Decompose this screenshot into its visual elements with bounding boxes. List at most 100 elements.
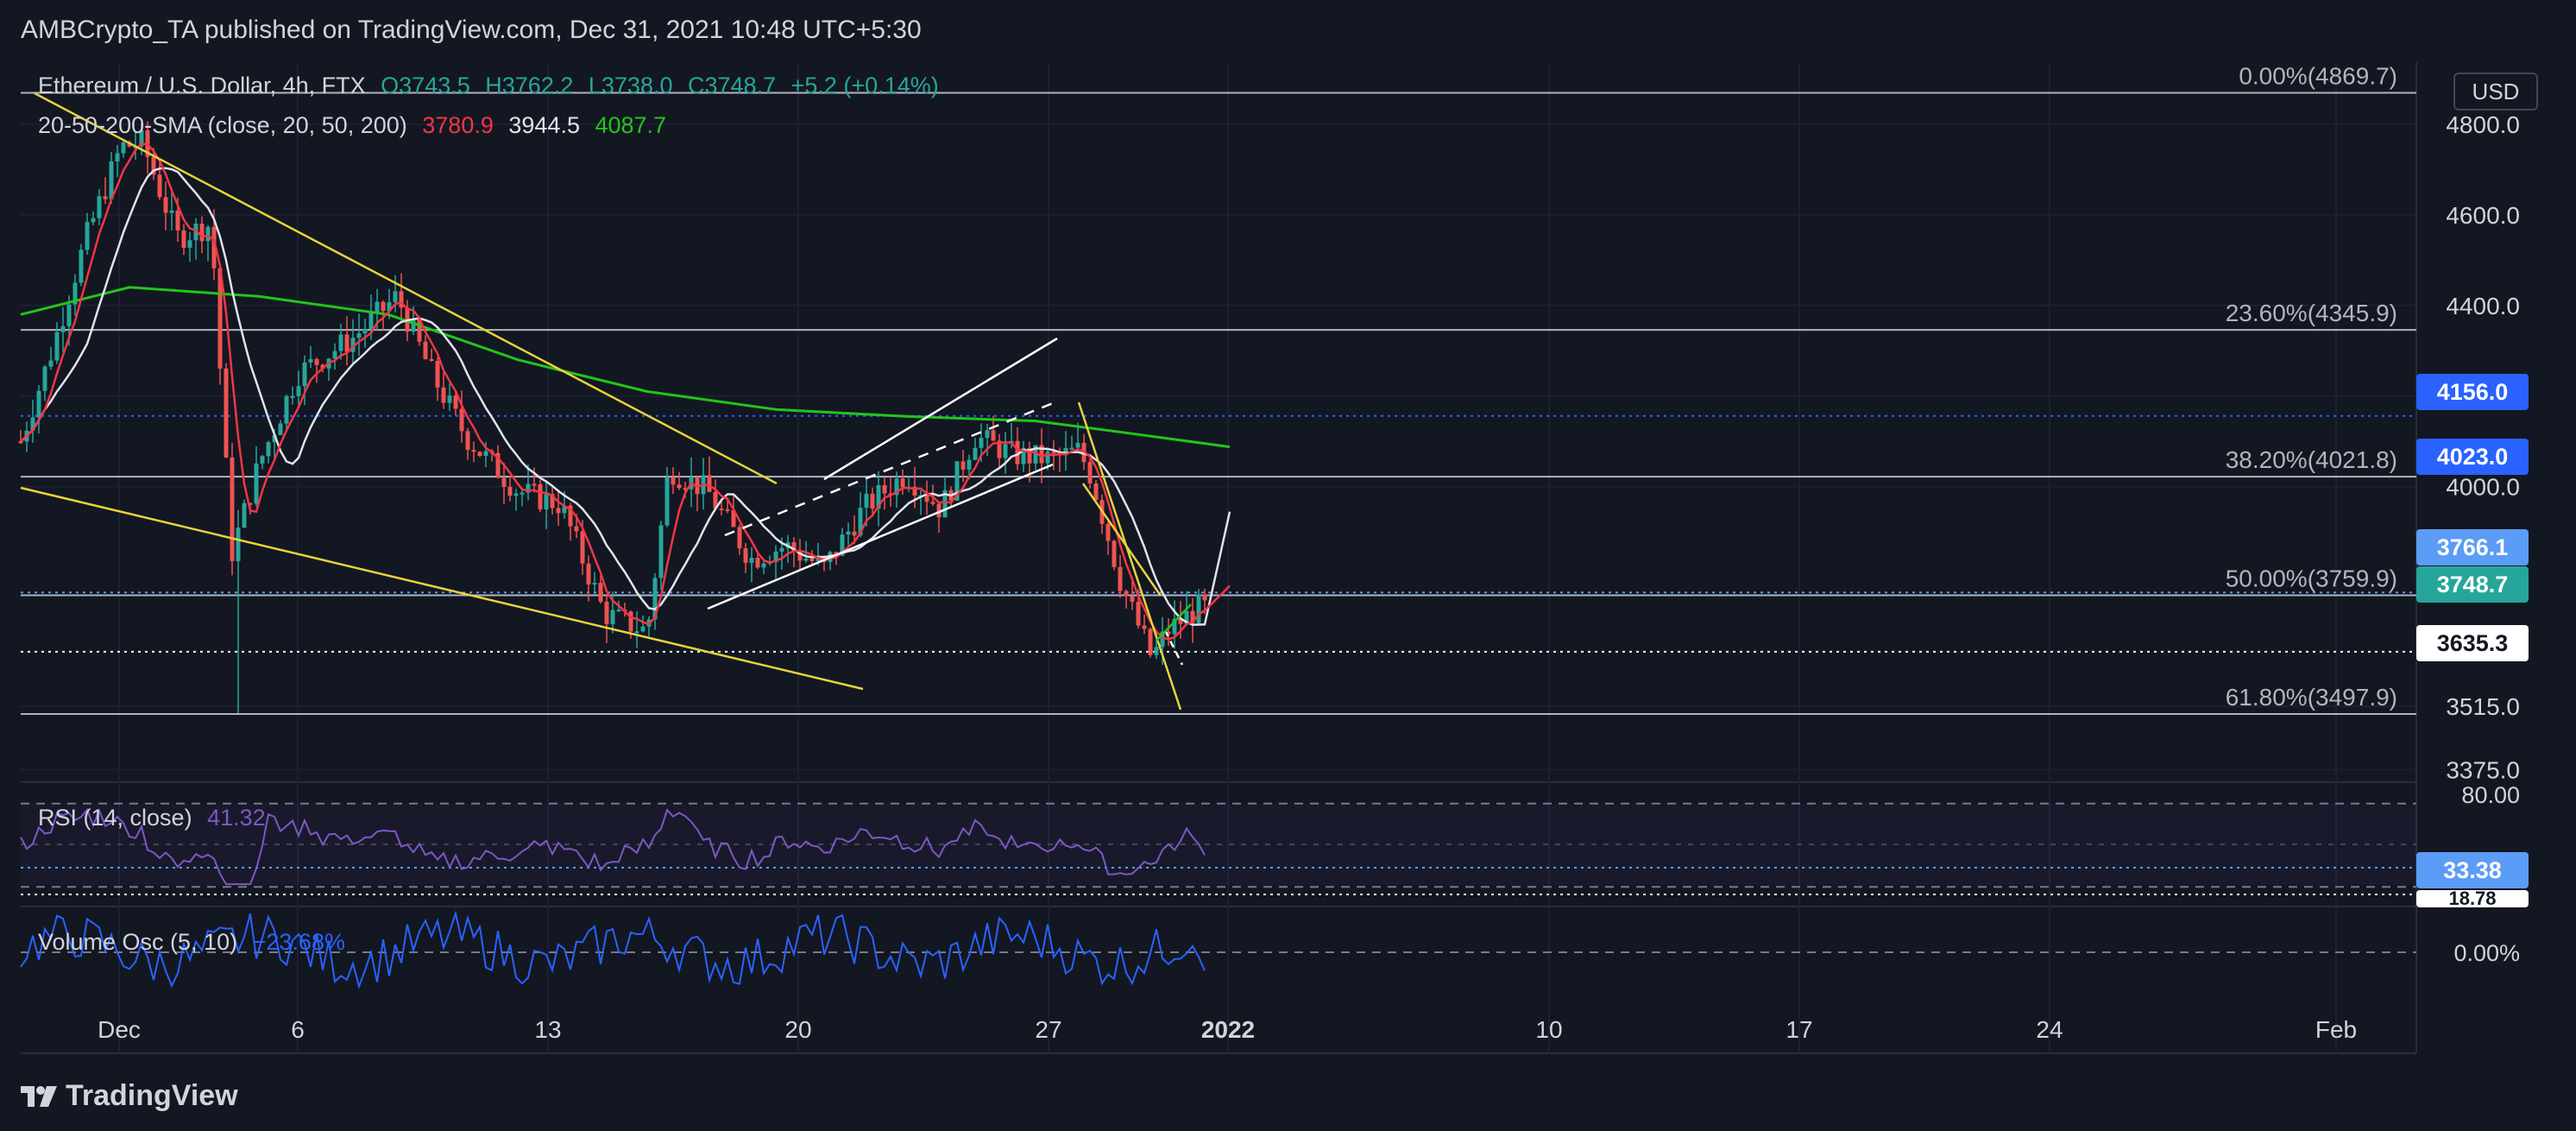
volume-osc-value: −23.68% xyxy=(252,929,345,955)
candle-body xyxy=(115,153,120,161)
price-tag: 3635.3 xyxy=(2416,625,2529,661)
candle-body xyxy=(393,291,398,303)
candle-body xyxy=(284,395,289,424)
candle-body xyxy=(538,483,543,510)
candle-body xyxy=(278,423,283,435)
candle-body xyxy=(296,386,301,396)
sma-legend: 20-50-200-SMA (close, 20, 50, 200) 3780.… xyxy=(38,112,675,139)
candle-body xyxy=(362,328,368,334)
candle-body xyxy=(181,230,186,248)
rsi-label: RSI (14, close) xyxy=(38,805,192,831)
candle-body xyxy=(332,351,337,359)
tradingview-logo[interactable]: TradingView xyxy=(21,1079,238,1113)
candle-body xyxy=(960,461,966,470)
candle-body xyxy=(368,313,374,329)
y-tick-label: 3375.0 xyxy=(2446,756,2520,783)
candle-body xyxy=(743,548,748,564)
candle-body xyxy=(483,451,488,457)
candle-body xyxy=(266,442,271,457)
candle-body xyxy=(532,483,537,486)
price-tag: 18.78 xyxy=(2416,890,2529,907)
candle-body xyxy=(254,463,259,504)
symbol-name: Ethereum / U.S. Dollar, 4h, FTX xyxy=(38,73,366,98)
candle-body xyxy=(175,210,180,231)
price-tag: 4023.0 xyxy=(2416,439,2529,475)
candle-body xyxy=(803,559,809,561)
candle-body xyxy=(97,196,102,218)
fib-level-label: 50.00%(3759.9) xyxy=(2226,566,2397,592)
ohlc-open: O3743.5 xyxy=(381,73,470,98)
candle-body xyxy=(54,332,60,361)
chart-background xyxy=(0,62,2576,1062)
y-tick-label: 4800.0 xyxy=(2446,111,2520,138)
candle-body xyxy=(924,495,929,502)
candle-body xyxy=(991,430,996,441)
candle-body xyxy=(671,477,676,485)
candle-body xyxy=(1196,594,1201,623)
x-tick-label: 17 xyxy=(1786,1016,1812,1043)
x-tick-label: 6 xyxy=(291,1016,305,1043)
x-tick-label: 2022 xyxy=(1201,1016,1255,1043)
candle-body xyxy=(1112,540,1117,567)
candle-body xyxy=(36,390,41,418)
candle-body xyxy=(707,475,712,492)
candle-body xyxy=(725,509,730,511)
price-tag: 3766.1 xyxy=(2416,529,2529,566)
candle-body xyxy=(42,366,47,391)
candle-body xyxy=(598,583,603,602)
candle-body xyxy=(1087,462,1093,483)
candle-body xyxy=(85,222,90,250)
candle-body xyxy=(846,531,851,535)
y-tick-label: 4400.0 xyxy=(2446,293,2520,319)
sma200-value: 4087.7 xyxy=(595,112,667,138)
candle-body xyxy=(459,408,464,432)
ohlc-low: L3738.0 xyxy=(588,73,673,98)
candle-body xyxy=(1075,442,1080,448)
candle-body xyxy=(1142,625,1147,629)
candle-body xyxy=(507,486,513,496)
candle-body xyxy=(1118,566,1123,591)
candle-body xyxy=(664,477,670,526)
tradingview-brand: TradingView xyxy=(66,1079,238,1112)
candle-body xyxy=(967,459,972,470)
candle-body xyxy=(1003,444,1008,458)
candle-body xyxy=(930,502,935,504)
currency-button[interactable]: USD xyxy=(2453,73,2538,111)
x-tick-label: 20 xyxy=(784,1016,811,1043)
candle-body xyxy=(66,304,72,326)
candle-body xyxy=(356,333,362,338)
candle-body xyxy=(169,210,174,213)
volume-osc-tick-label: 0.00% xyxy=(2453,940,2520,966)
candle-body xyxy=(381,301,386,312)
candle-body xyxy=(302,362,307,387)
candle-body xyxy=(640,626,646,632)
tradingview-logo-icon xyxy=(21,1085,57,1107)
candle-body xyxy=(520,492,525,495)
symbol-legend: Ethereum / U.S. Dollar, 4h, FTX O3743.5 … xyxy=(38,73,948,99)
candle-body xyxy=(719,509,724,511)
candle-body xyxy=(1069,447,1074,450)
candle-body xyxy=(979,438,984,448)
candle-body xyxy=(1130,596,1135,603)
candle-body xyxy=(658,525,664,578)
candle-body xyxy=(1051,452,1056,454)
candle-body xyxy=(236,528,241,561)
ohlc-change: +5.2 (+0.14%) xyxy=(790,73,939,98)
fib-level-label: 61.80%(3497.9) xyxy=(2226,684,2397,711)
candle-body xyxy=(1093,483,1099,501)
price-chart[interactable]: Dec 6 13 20 27 2022 10 17 24 Feb 4800.0 4600.0 4400.… xyxy=(0,62,2576,1062)
price-tag: 33.38 xyxy=(2416,852,2529,888)
candle-body xyxy=(453,395,458,409)
y-tick-label: 4600.0 xyxy=(2446,202,2520,229)
candle-body xyxy=(242,502,247,528)
publish-header: AMBCrypto_TA published on TradingView.co… xyxy=(0,0,2576,64)
x-tick-label: Feb xyxy=(2315,1016,2357,1043)
footer: TradingView xyxy=(0,1062,2576,1131)
fib-level-label: 38.20%(4021.8) xyxy=(2226,446,2397,473)
candle-body xyxy=(375,301,380,313)
candle-body xyxy=(616,610,621,612)
price-tag: 3748.7 xyxy=(2416,566,2529,603)
ohlc-close: C3748.7 xyxy=(688,73,777,98)
candle-body xyxy=(1148,629,1153,655)
candle-body xyxy=(477,452,482,457)
